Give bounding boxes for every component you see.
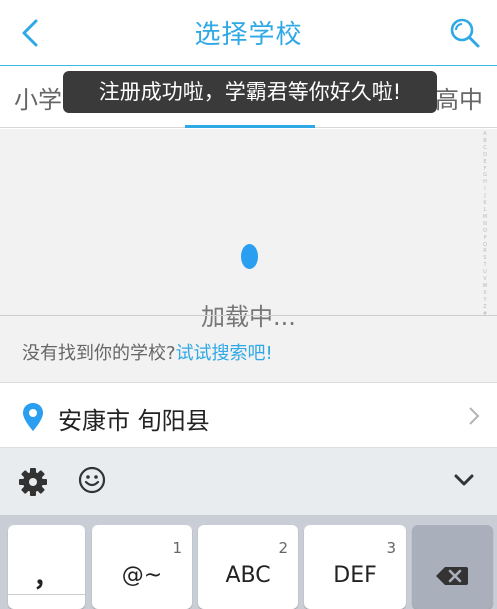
app-header: 选择学校 — [0, 0, 497, 66]
alphabet-index-letter[interactable]: U — [480, 269, 490, 276]
loading-spinner — [241, 244, 258, 269]
alphabet-index-letter[interactable]: B — [480, 138, 490, 145]
alphabet-index-letter[interactable]: E — [480, 159, 490, 166]
school-list-area: A B C D E F G H I J K L M N O P Q R S T U V W X Y Z # 加载中... 没有找到你… — [0, 129, 497, 382]
key-label: ， — [33, 563, 60, 593]
key-punctuation[interactable]: ， — [8, 525, 85, 609]
alphabet-index-letter[interactable]: M — [480, 214, 490, 221]
key-label: DEF — [333, 563, 377, 588]
backspace-icon — [436, 567, 468, 585]
key-number: 3 — [386, 539, 396, 557]
alphabet-index-letter[interactable]: I — [480, 186, 490, 193]
key-label: ABC — [225, 563, 271, 588]
not-found-prompt: 没有找到你的学校?试试搜索吧! — [22, 339, 273, 365]
keyboard-toolbar — [0, 448, 497, 515]
alphabet-index-letter[interactable]: G — [480, 172, 490, 179]
key-number: 2 — [278, 539, 288, 557]
gear-icon[interactable] — [18, 467, 48, 497]
search-icon[interactable] — [447, 15, 483, 51]
alphabet-index-letter[interactable]: N — [480, 221, 490, 228]
alphabet-index-letter[interactable]: A — [480, 131, 490, 138]
key-divider — [8, 594, 85, 595]
page-title: 选择学校 — [194, 20, 303, 50]
alphabet-index-letter[interactable]: Q — [480, 242, 490, 249]
search-link[interactable]: 试试搜索吧! — [176, 343, 273, 364]
alphabet-index-letter[interactable]: H — [480, 179, 490, 186]
alphabet-index-letter[interactable]: V — [480, 276, 490, 283]
divider — [0, 315, 497, 316]
alphabet-index-letter[interactable]: S — [480, 255, 490, 262]
not-found-text: 没有找到你的学校? — [22, 343, 176, 364]
alphabet-index-letter[interactable]: F — [480, 166, 490, 173]
key-3[interactable]: 3 DEF — [304, 525, 406, 609]
key-number: 1 — [172, 539, 182, 557]
chevron-down-icon[interactable] — [453, 472, 475, 488]
tab-high-school[interactable]: 高中 — [435, 80, 483, 115]
keyboard-keys: ， 1 @~ 2 ABC 3 DEF — [0, 515, 497, 609]
chevron-right-icon — [469, 407, 480, 425]
alphabet-index-letter[interactable]: W — [480, 283, 490, 290]
alphabet-index-letter[interactable]: J — [480, 193, 490, 200]
tab-primary[interactable]: 小学 — [14, 80, 62, 115]
alphabet-index-letter[interactable]: L — [480, 207, 490, 214]
alphabet-index-letter[interactable]: C — [480, 145, 490, 152]
location-row[interactable]: 安康市 旬阳县 — [0, 382, 497, 448]
location-text: 安康市 旬阳县 — [58, 407, 210, 435]
alphabet-index-letter[interactable]: K — [480, 200, 490, 207]
alphabet-index-letter[interactable]: T — [480, 262, 490, 269]
key-1[interactable]: 1 @~ — [92, 525, 192, 609]
active-tab-indicator — [185, 125, 315, 128]
delete-key[interactable] — [412, 525, 493, 609]
toast-message: 注册成功啦，学霸君等你好久啦! — [63, 71, 437, 113]
smiley-icon[interactable] — [78, 466, 106, 494]
alphabet-index-letter[interactable]: P — [480, 235, 490, 242]
location-pin-icon — [23, 403, 43, 431]
key-label: @~ — [121, 563, 163, 588]
alphabet-index-letter[interactable]: O — [480, 228, 490, 235]
alphabet-index-letter[interactable]: D — [480, 152, 490, 159]
key-2[interactable]: 2 ABC — [198, 525, 298, 609]
alphabet-index-letter[interactable]: R — [480, 248, 490, 255]
alphabet-index-letter[interactable]: X — [480, 290, 490, 297]
alphabet-index-bar[interactable]: A B C D E F G H I J K L M N O P Q R S T U V W X Y Z # — [480, 131, 490, 317]
